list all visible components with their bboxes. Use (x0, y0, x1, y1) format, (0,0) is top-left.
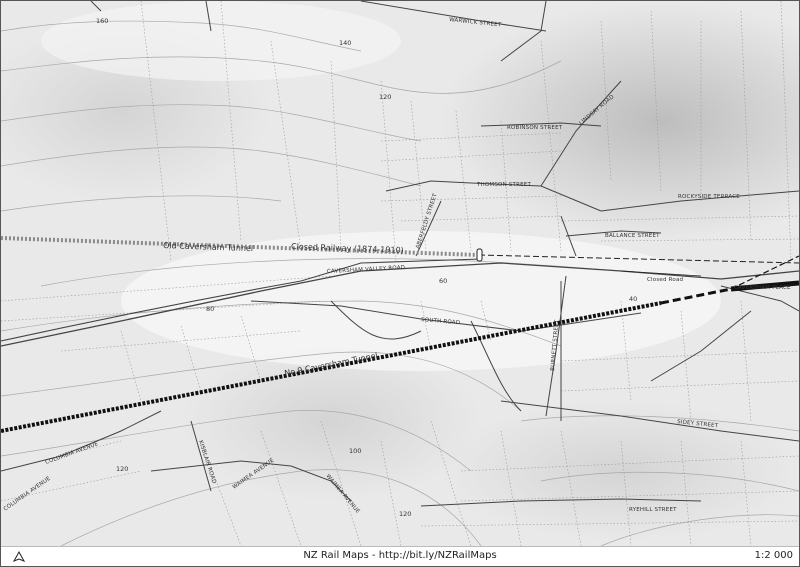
contour-label: 140 (339, 39, 351, 47)
street-label-robinson: ROBINSON STREET (507, 125, 563, 131)
map-window: 160 140 120 80 60 40 120 100 120 WARWICK… (0, 0, 800, 567)
street-label-caversham-place: CAVERSHAM PLACE (734, 285, 791, 291)
contour-label: 120 (116, 465, 128, 473)
hill-shade (441, 401, 799, 541)
contour-label: 40 (629, 295, 637, 303)
street-label-thomson: THOMSON STREET (476, 182, 531, 188)
contour-label: 120 (399, 510, 411, 518)
contour-label: 120 (379, 93, 391, 101)
contour-label: 60 (439, 277, 447, 285)
contour-label: 160 (96, 17, 108, 25)
map-canvas[interactable]: 160 140 120 80 60 40 120 100 120 WARWICK… (1, 1, 799, 546)
street-label-ballance: BALLANCE STREET (605, 233, 660, 239)
contour-label: 100 (349, 447, 361, 455)
street-label-rockyside: ROCKYSIDE TERRACE (678, 194, 740, 200)
map-attribution: NZ Rail Maps - http://bit.ly/NZRailMaps (303, 550, 497, 561)
contour-label: 80 (206, 305, 214, 313)
scale-label: 1:2 000 (754, 550, 793, 561)
map-footer: NZ Rail Maps - http://bit.ly/NZRailMaps … (1, 546, 799, 566)
feature-label-closed-road: Closed Road (647, 277, 683, 283)
street-label-ryehill: RYEHILL STREET (629, 507, 677, 513)
tunnel-portal-icon (476, 248, 483, 262)
